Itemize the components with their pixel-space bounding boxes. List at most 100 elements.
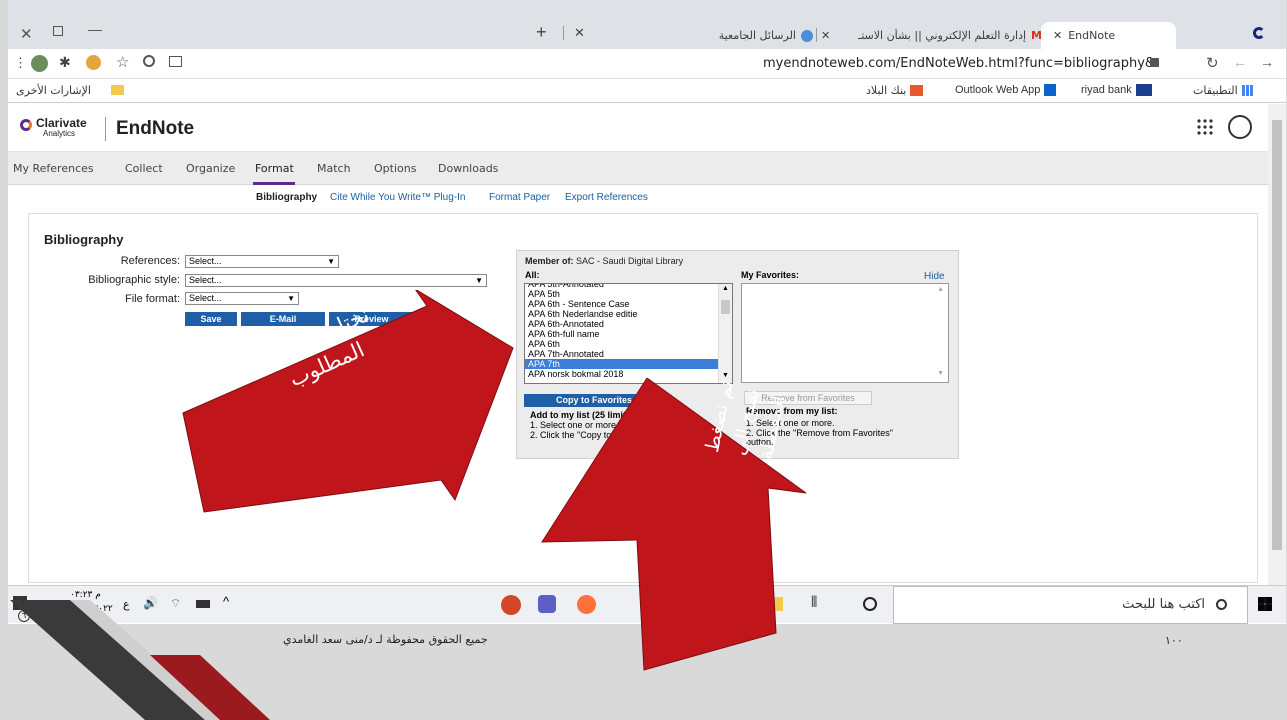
brand-sub: Analytics [43,129,76,138]
apps-grid-icon[interactable] [1196,118,1213,135]
chevron-down-icon: ▼ [475,276,483,285]
forward-icon[interactable]: ← [1233,54,1247,70]
extension-icon[interactable] [86,55,101,70]
tab-label: إدارة التعلم الإلكتروني || بشأن الاستـ [857,29,1027,42]
bookmark-apps[interactable]: التطبيقات [1193,84,1253,97]
account-icon[interactable] [1228,115,1252,139]
outlook-icon [1044,84,1057,96]
install-app-icon[interactable] [169,56,182,67]
windows-start-icon[interactable] [1258,597,1272,611]
close-window-icon[interactable]: ✕ [20,25,33,43]
close-tab-icon[interactable]: ✕ [783,29,830,42]
subnav-format-paper[interactable]: Format Paper [489,192,550,203]
app-title: EndNote [116,118,195,139]
bookmarks-bar: الإشارات الأخرى بنك البلاد Outlook Web A… [8,79,1286,103]
search-icon[interactable] [143,55,155,67]
page-scrollbar[interactable] [1268,104,1286,585]
tab-separator [563,26,564,40]
new-tab-icon[interactable]: + [536,22,547,43]
tab-label: EndNote [1068,29,1116,42]
nav-active-indicator [253,182,295,185]
scroll-up-icon[interactable]: ▲ [937,286,944,293]
references-select[interactable]: Select... ▼ [185,255,339,268]
format-subnav: Bibliography Cite While You Write™ Plug-… [8,186,1268,208]
references-label: References: [120,255,180,267]
select-value: Select... [189,256,222,266]
tab-endnote[interactable]: ✕ EndNote [1041,22,1176,49]
nav-downloads[interactable]: Downloads [438,162,498,175]
bookmark-outlook[interactable]: Outlook Web App [955,84,1057,96]
search-icon [1216,599,1227,610]
slide-copyright: جميع الحقوق محفوظة لـ د/منى سعد الغامدي [283,633,488,646]
style-list-item[interactable]: APA 6th [525,339,732,349]
nav-organize[interactable]: Organize [186,162,235,175]
scrollbar-thumb[interactable] [1272,120,1282,550]
close-tab-icon[interactable]: ✕ [1053,29,1062,42]
member-of-value: SAC - Saudi Digital Library [576,256,684,266]
reload-icon[interactable]: ↻ [1206,54,1219,72]
style-label: Bibliographic style: [88,274,180,286]
tab-strip: ✕ — + ✕ الرسائل الجامعية ✕ إدارة التعلم … [8,0,1286,49]
slide-page-number: ١٠٠ [1165,634,1183,647]
nav-my-references[interactable]: My References [13,162,94,175]
hide-link[interactable]: Hide [924,271,945,282]
member-of-label: Member of: [525,256,574,266]
nav-options[interactable]: Options [374,162,416,175]
folder-icon [111,85,124,95]
cortana-icon[interactable] [863,597,877,611]
style-list-item[interactable]: APA 7th-Annotated [525,349,732,359]
scrollbar-thumb[interactable] [721,300,730,314]
slide-decoration-stripes [10,600,270,720]
extensions-icon[interactable]: ✱ [59,54,71,71]
bookmark-other[interactable]: الإشارات الأخرى [16,84,91,97]
chevron-down-icon: ▼ [327,257,335,266]
style-list-item[interactable]: APA 7th [525,359,732,369]
styles-listbox[interactable]: APA 5th-Annotated APA 5th APA 6th - Senten… [524,283,733,384]
bookmark-label: التطبيقات [1193,84,1238,97]
subnav-cwyw[interactable]: Cite While You Write™ Plug-In [330,192,465,203]
extension-icon[interactable] [1253,27,1265,39]
scroll-down-icon[interactable]: ▼ [937,370,944,377]
style-list-item[interactable]: APA 6th-full name [525,329,732,339]
style-list-item[interactable]: APA 6th - Sentence Case [525,299,732,309]
slide: ✕ — + ✕ الرسائل الجامعية ✕ إدارة التعلم … [0,0,1287,720]
scroll-up-icon[interactable]: ▲ [722,285,729,292]
search-placeholder: اكتب هنا للبحث [1122,597,1205,612]
nav-collect[interactable]: Collect [125,162,163,175]
brand-name: Clarivate [36,116,87,130]
style-list-item[interactable]: APA 5th [525,289,732,299]
close-tab-icon[interactable]: ✕ [574,25,585,41]
style-list-item[interactable]: APA 6th Nederlandse editie [525,309,732,319]
powerpoint-icon[interactable] [501,595,521,615]
profile-avatar[interactable] [31,55,48,72]
bookmark-riyad-bank[interactable]: riyad bank [1081,84,1152,96]
menu-icon[interactable]: ⋮ [14,55,27,71]
star-icon[interactable]: ☆ [116,53,129,71]
bookmark-bilad-bank[interactable]: بنك البلاد [866,84,924,97]
subnav-export[interactable]: Export References [565,192,648,203]
style-list-item[interactable]: APA 6th-Annotated [525,319,732,329]
clock-time[interactable]: م ٠٣:٢٣ [70,590,101,600]
select-value: Select... [189,275,222,285]
riyad-bank-icon [1135,84,1152,96]
address-bar: ⋮ ✱ ☆ myendnoteweb.com/EndNoteWeb.html?f… [8,49,1286,79]
member-of: Member of: SAC - Saudi Digital Library [525,256,683,266]
subnav-bibliography[interactable]: Bibliography [256,192,317,203]
bookmark-label: بنك البلاد [866,84,907,97]
main-nav: My References Collect Organize Format Ma… [8,152,1268,185]
nav-format[interactable]: Format [255,162,294,175]
favorites-label: My Favorites: [741,270,800,280]
tab-elearning[interactable]: ✕ إدارة التعلم الإلكتروني || بشأن الاستـ… [783,22,1048,49]
style-select[interactable]: Select... ▼ [185,274,487,287]
url-field[interactable]: myendnoteweb.com/EndNoteWeb.html?func=bi… [763,56,1155,71]
nav-match[interactable]: Match [317,162,351,175]
restore-window-icon[interactable] [53,26,63,36]
back-icon[interactable]: → [1260,54,1274,70]
minimize-window-icon[interactable]: — [88,21,102,37]
apps-grid-icon [1241,85,1253,96]
endnote-header: Clarivate Analytics EndNote [8,104,1268,152]
clarivate-logo-icon [20,119,32,131]
taskbar-search[interactable]: اكتب هنا للبحث [893,586,1248,624]
lock-icon[interactable] [1150,58,1159,67]
bibliography-heading: Bibliography [44,232,124,247]
